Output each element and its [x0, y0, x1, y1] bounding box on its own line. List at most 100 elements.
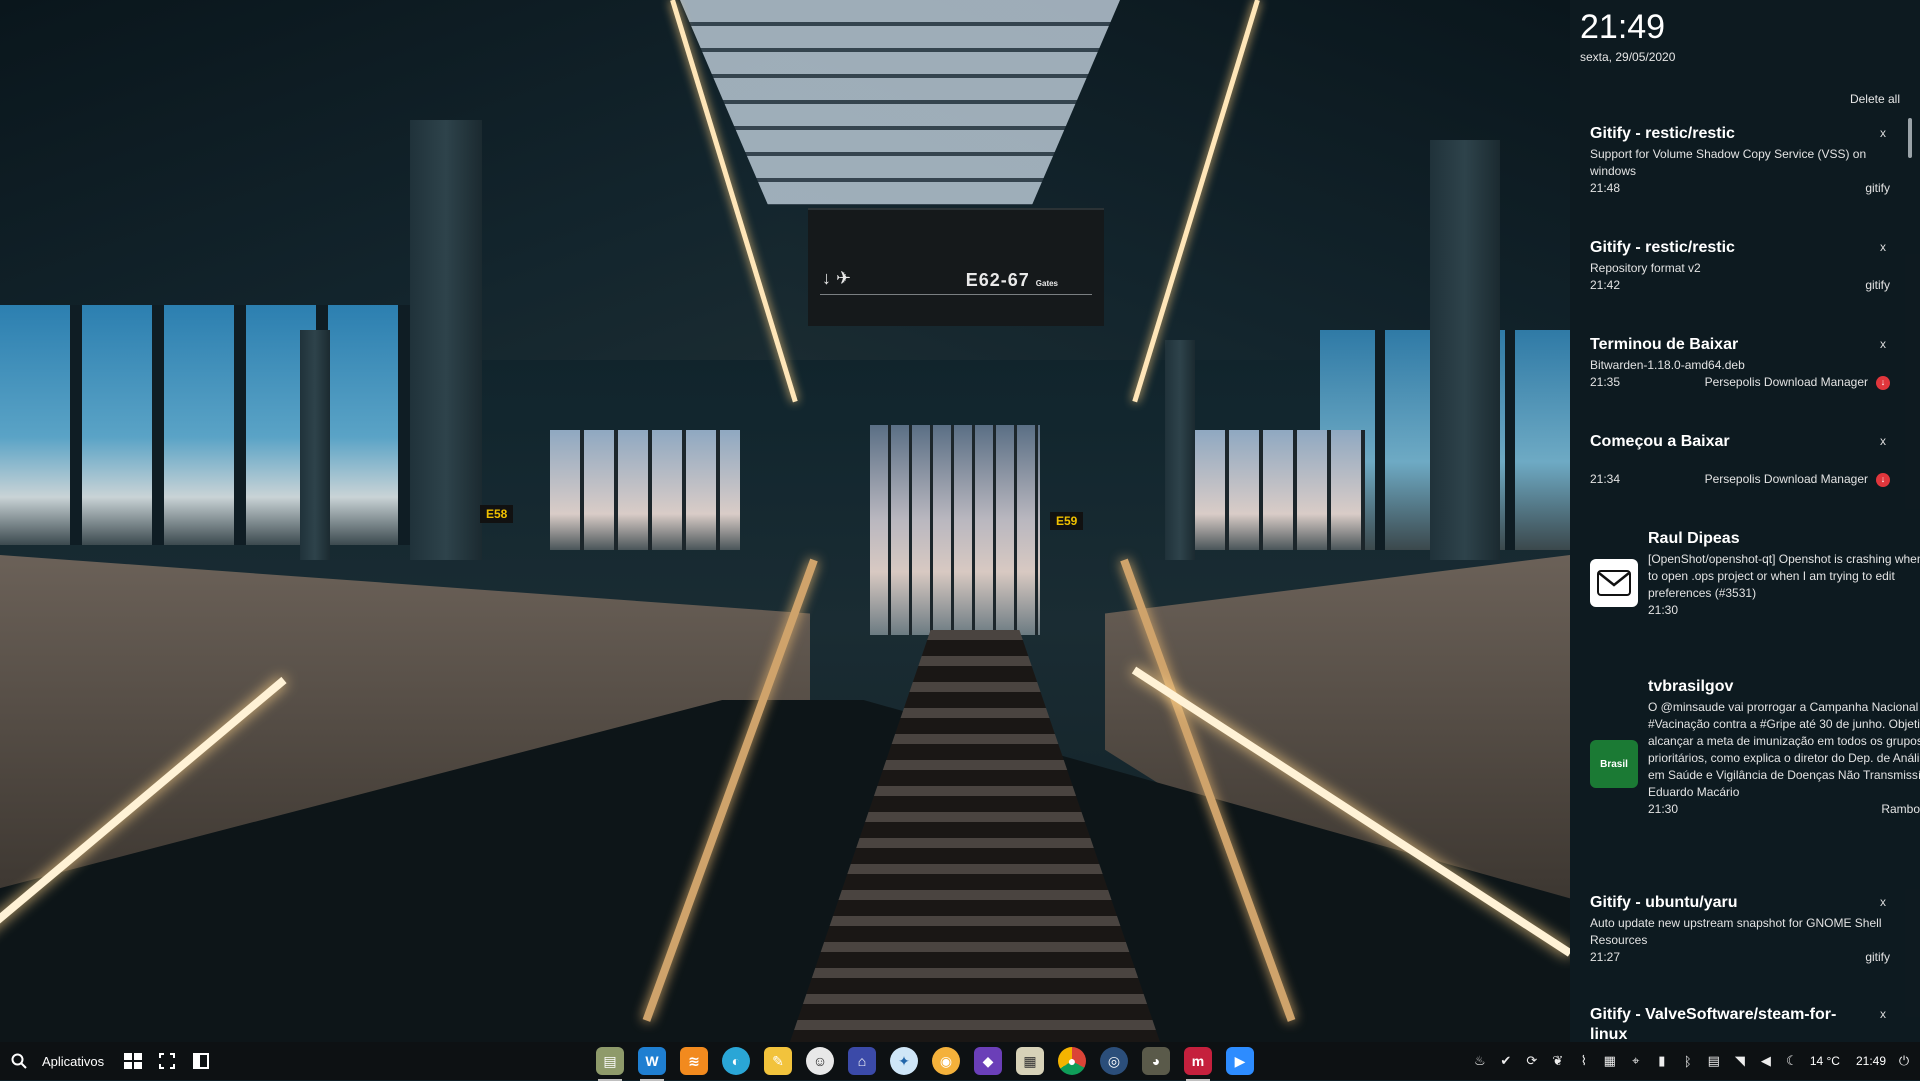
- chrome-icon[interactable]: ●: [1058, 1047, 1086, 1075]
- notification-app: gitify: [1865, 950, 1890, 964]
- notification-footer: 21:30 Rambox ▲: [1648, 801, 1920, 818]
- wallpaper-gate-sign: ↓ ✈ E62-67 Gates: [808, 208, 1104, 326]
- workspaces-icon[interactable]: [122, 1050, 144, 1072]
- notification-app-wrap: Persepolis Download Manager ↓: [1705, 374, 1890, 391]
- notification-title: Terminou de Baixar: [1590, 336, 1739, 353]
- notification-item[interactable]: Terminou de Baixar Bitwarden-1.18.0-amd6…: [1590, 335, 1890, 391]
- notification-panel: 21:49 sexta, 29/05/2020 Delete all Gitif…: [1570, 0, 1920, 1042]
- notification-body: Bitwarden-1.18.0-amd64.deb: [1590, 358, 1745, 372]
- search-icon[interactable]: [8, 1050, 30, 1072]
- wallpaper-window-center: [870, 425, 1040, 635]
- gimp-icon[interactable]: ◕: [1142, 1047, 1170, 1075]
- notification-time: 21:30: [1648, 603, 1679, 617]
- weather-temperature[interactable]: 14 °C: [1810, 1054, 1840, 1068]
- keyboard-icon[interactable]: ▤: [1706, 1053, 1722, 1069]
- notification-app: Rambox: [1881, 802, 1920, 816]
- show-desktop-icon[interactable]: [190, 1050, 212, 1072]
- clip-icon[interactable]: ⌇: [1576, 1053, 1592, 1069]
- close-notification-button[interactable]: x: [1880, 337, 1886, 351]
- wallpaper-sign-e58: E58: [480, 505, 514, 523]
- bluetooth-icon[interactable]: ᛒ: [1680, 1053, 1696, 1069]
- notification-item[interactable]: Começou a Baixar 21:34 Persepolis Downlo…: [1590, 432, 1890, 488]
- notification-title: Gitify - restic/restic: [1590, 125, 1735, 142]
- notification-item[interactable]: Gitify - ubuntu/yaru Auto update new ups…: [1590, 893, 1890, 966]
- taskbar-left: Aplicativos: [8, 1042, 212, 1080]
- gate-sign-text: E62-67 Gates: [965, 270, 1058, 290]
- close-notification-button[interactable]: x: [1880, 434, 1886, 448]
- location-icon[interactable]: ⌖: [1628, 1053, 1644, 1069]
- mail-icon: [1590, 559, 1638, 607]
- vpn-icon[interactable]: ⌂: [848, 1047, 876, 1075]
- gate-sign-line: [820, 294, 1092, 295]
- wallpaper-window-mid-left: [550, 430, 740, 550]
- notification-title: Gitify - ValveSoftware/steam-for-linux: [1590, 1006, 1837, 1042]
- network-icon[interactable]: ◎: [1100, 1047, 1128, 1075]
- fullscreen-icon[interactable]: [156, 1050, 178, 1072]
- grid-icon[interactable]: ▦: [1602, 1053, 1618, 1069]
- delete-all-button[interactable]: Delete all: [1850, 92, 1900, 106]
- kdenlive-icon[interactable]: ◆: [974, 1047, 1002, 1075]
- notification-item[interactable]: Gitify - restic/restic Repository format…: [1590, 238, 1890, 294]
- archive-icon[interactable]: ▦: [1016, 1047, 1044, 1075]
- panel-scrollbar[interactable]: [1908, 118, 1912, 158]
- wallpaper-pillar: [410, 120, 482, 560]
- weather-icon: ☾: [1785, 1053, 1798, 1068]
- close-notification-button[interactable]: x: [1880, 126, 1886, 140]
- mascot-icon[interactable]: ☺: [806, 1047, 834, 1075]
- panel-date: sexta, 29/05/2020: [1580, 50, 1676, 64]
- rss-reader-icon[interactable]: ≋: [680, 1047, 708, 1075]
- notification-title: Raul Dipeas: [1648, 530, 1740, 547]
- notification-item[interactable]: Brasil tvbrasilgov O @minsaude vai prorr…: [1590, 677, 1920, 818]
- notes-icon[interactable]: ✎: [764, 1047, 792, 1075]
- browser-icon[interactable]: ◐: [722, 1047, 750, 1075]
- notification-app: Persepolis Download Manager: [1704, 375, 1868, 389]
- taskbar: Aplicativos ▤ W ≋ ◐ ✎ ☺ ⌂ ✦ ◉ ◆ ▦ ● ◎ ◕ …: [0, 1042, 1920, 1081]
- notification-footer: 21:30: [1648, 602, 1920, 619]
- wallpaper-sign-e59: E59: [1050, 512, 1084, 530]
- notification-title: Começou a Baixar: [1590, 433, 1730, 450]
- notification-footer: 21:34 Persepolis Download Manager ↓: [1590, 471, 1890, 488]
- close-notification-button[interactable]: x: [1880, 895, 1886, 909]
- notification-body: [OpenShot/openshot-qt] Openshot is crash…: [1648, 552, 1920, 600]
- safari-like-icon[interactable]: ✦: [890, 1047, 918, 1075]
- zoom-icon[interactable]: ▶: [1226, 1047, 1254, 1075]
- notification-footer: 21:35 Persepolis Download Manager ↓: [1590, 374, 1890, 391]
- desktop-wallpaper: ↓ ✈ E62-67 Gates E58 E59: [0, 0, 1570, 1042]
- applications-menu-button[interactable]: Aplicativos: [42, 1054, 104, 1069]
- notification-body: [1590, 454, 1890, 471]
- notification-footer: 21:48 gitify: [1590, 180, 1890, 197]
- notification-footer: 21:42 gitify: [1590, 277, 1890, 294]
- notification-item[interactable]: Raul Dipeas [OpenShot/openshot-qt] Opens…: [1590, 529, 1920, 619]
- notification-body: Support for Volume Shadow Copy Service (…: [1590, 147, 1867, 178]
- notification-item[interactable]: Gitify - ValveSoftware/steam-for-linux x: [1590, 1005, 1890, 1042]
- system-tray: ♨ ✔ ⟳ ❦ ⌇ ▦ ⌖ ▮ ᛒ ▤ ◥ ◀ ☾ 14 °C 21:49 ⏻: [1472, 1042, 1912, 1080]
- notification-app: gitify: [1865, 181, 1890, 195]
- notification-footer: 21:27 gitify: [1590, 949, 1890, 966]
- writer-icon[interactable]: W: [638, 1047, 666, 1081]
- power-icon[interactable]: ⏻: [1896, 1053, 1912, 1069]
- wifi-icon[interactable]: ◥: [1732, 1053, 1748, 1069]
- persepolis-icon: ↓: [1876, 375, 1890, 390]
- notification-title: tvbrasilgov: [1648, 678, 1734, 695]
- sync-icon[interactable]: ⟳: [1524, 1053, 1540, 1069]
- notification-time: 21:34: [1590, 472, 1621, 486]
- battery-icon[interactable]: ▮: [1654, 1053, 1670, 1069]
- wallpaper-window-mid-right: [1195, 430, 1365, 550]
- close-notification-button[interactable]: x: [1880, 240, 1886, 254]
- notification-time: 21:27: [1590, 950, 1621, 964]
- file-manager-icon[interactable]: ▤: [596, 1047, 624, 1081]
- fire-icon[interactable]: ♨: [1472, 1053, 1488, 1069]
- check-icon[interactable]: ✔: [1498, 1053, 1514, 1069]
- dock: ▤ W ≋ ◐ ✎ ☺ ⌂ ✦ ◉ ◆ ▦ ● ◎ ◕ m ▶: [596, 1042, 1254, 1081]
- mendeley-icon[interactable]: m: [1184, 1047, 1212, 1081]
- close-notification-button[interactable]: x: [1880, 1007, 1886, 1021]
- notification-body: Auto update new upstream snapshot for GN…: [1590, 916, 1882, 947]
- volume-icon[interactable]: ◀: [1758, 1053, 1774, 1069]
- notification-item[interactable]: Gitify - restic/restic Support for Volum…: [1590, 124, 1890, 197]
- taskbar-clock[interactable]: 21:49: [1856, 1054, 1886, 1068]
- panel-clock: 21:49: [1580, 8, 1666, 46]
- notification-app: Persepolis Download Manager: [1704, 472, 1868, 486]
- leaf-icon[interactable]: ❦: [1550, 1053, 1566, 1069]
- wallpaper-pillar: [1165, 340, 1195, 560]
- photos-icon[interactable]: ◉: [932, 1047, 960, 1075]
